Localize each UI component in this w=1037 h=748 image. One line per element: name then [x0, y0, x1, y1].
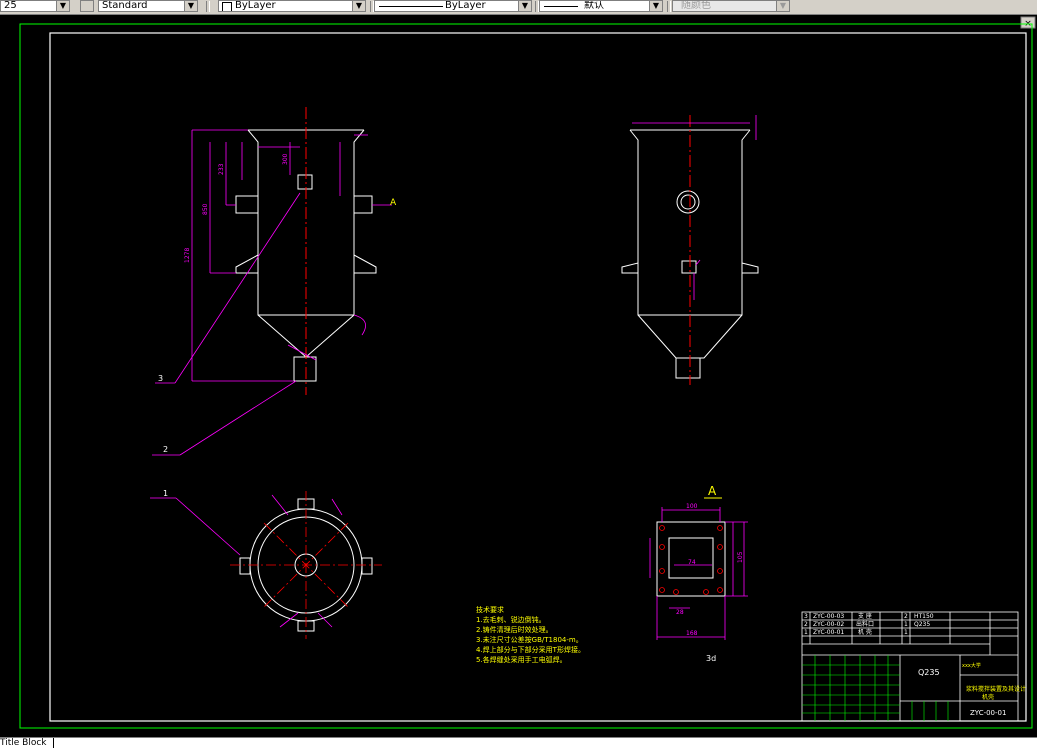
callout-1: 1 — [163, 489, 168, 498]
color-swatch-icon — [222, 2, 232, 11]
front-dimensions — [152, 129, 392, 456]
part-3-material: HT150 — [914, 613, 934, 620]
callout-3: 3 — [158, 374, 163, 383]
material-main: Q235 — [918, 668, 940, 677]
dim-flange-small: 28 — [676, 609, 684, 616]
tech-item-3: 3.未注尺寸公差按GB/T1804-m。 — [476, 635, 583, 644]
part-3-code: ZYC-00-03 — [813, 613, 844, 620]
properties-toolbar: 25 ▼ Standard ▼ ByLayer ▼ ByLayer ▼ 默认 ▼… — [0, 0, 1037, 15]
chevron-down-icon[interactable]: ▼ — [649, 1, 662, 11]
dim-flange-side: 105 — [737, 551, 744, 563]
plotstyle-value: 随颜色 — [681, 0, 711, 11]
textstyle-value: Standard — [102, 0, 148, 11]
view-label-a: A — [708, 484, 717, 498]
linetype-combo[interactable]: ByLayer ▼ — [374, 0, 532, 12]
dim-side-1: 233 — [218, 163, 225, 175]
drawing-canvas[interactable]: × 1278 850 233 300 3 2 1 A A 100 168 74 … — [0, 15, 1037, 735]
chevron-down-icon[interactable]: ▼ — [56, 1, 69, 11]
flange-dimension-texts: 100 168 74 28 105 — [676, 503, 744, 637]
layer-value: ByLayer — [235, 0, 276, 11]
part-1-no: 1 — [804, 629, 808, 636]
textstyle-icon[interactable] — [80, 0, 94, 12]
lineweight-value: 默认 — [584, 0, 604, 11]
tech-title: 技术要求 — [476, 605, 504, 614]
part-1-qty: 1 — [904, 629, 908, 636]
scale-value: 25 — [4, 0, 17, 11]
layer-color-combo[interactable]: ByLayer ▼ — [218, 0, 366, 12]
tech-item-2: 2.铸件清理后时效处理。 — [476, 625, 553, 634]
toolbar-separator — [206, 1, 210, 12]
tech-item-1: 1.去毛刺、锐边倒钝。 — [476, 615, 546, 624]
dim-side-2: 850 — [202, 203, 209, 215]
callout-2: 2 — [163, 445, 168, 454]
part-1-code: ZYC-00-01 — [813, 629, 844, 636]
plotstyle-combo[interactable]: 随颜色 ▼ — [672, 0, 790, 12]
top-view-centerlines — [230, 491, 382, 639]
part-2-no: 2 — [804, 621, 808, 628]
chevron-down-icon[interactable]: ▼ — [184, 1, 197, 11]
part-3-no: 3 — [804, 613, 808, 620]
scale-note: 3d — [706, 654, 716, 663]
title-block-parts-text: 3 ZYC-00-03 支 座 2 HT150 2 ZYC-00-02 出料口 … — [804, 612, 934, 636]
line-sample-icon — [544, 6, 578, 7]
chevron-down-icon[interactable]: ▼ — [352, 1, 365, 11]
part-2-qty: 1 — [904, 621, 908, 628]
chevron-down-icon[interactable]: ▼ — [518, 1, 531, 11]
lineweight-combo[interactable]: 默认 ▼ — [539, 0, 663, 12]
dim-flange-bottom: 168 — [686, 630, 698, 637]
dim-flange-inner: 74 — [688, 559, 696, 566]
chevron-down-icon[interactable]: ▼ — [776, 1, 789, 11]
tech-item-4: 4.焊上部分与下部分采用T形焊接。 — [476, 645, 585, 654]
school-name: xxx大学 — [962, 662, 981, 669]
toolbar-separator — [667, 1, 671, 12]
part-3-qty: 2 — [904, 613, 908, 620]
title-block-grid — [802, 655, 949, 721]
dim-flange-width: 100 — [686, 503, 698, 510]
textstyle-combo[interactable]: Standard ▼ — [98, 0, 198, 12]
cad-drawing: × 1278 850 233 300 3 2 1 A A 100 168 74 … — [19, 16, 1036, 729]
dim-top: 300 — [282, 153, 289, 165]
part-2-name: 出料口 — [856, 620, 874, 628]
layout-tab-bar: Title Block — [0, 737, 1037, 748]
linetype-value: ByLayer — [445, 0, 486, 11]
part-2-material: Q235 — [914, 621, 930, 628]
line-sample-icon — [379, 6, 443, 7]
top-view-leaders — [150, 494, 343, 628]
project-name: 浆料搅拌装置及其设计 — [966, 685, 1026, 693]
callout-labels: 3 2 1 — [158, 374, 168, 498]
part-name: 机壳 — [982, 693, 994, 701]
part-3-name: 支 座 — [858, 612, 872, 620]
side-dimensions — [632, 115, 757, 300]
dim-main-height: 1278 — [184, 248, 191, 263]
tech-requirements: 技术要求 1.去毛刺、锐边倒钝。 2.铸件清理后时效处理。 3.未注尺寸公差按G… — [476, 605, 585, 664]
part-1-name: 机 壳 — [858, 628, 872, 636]
part-2-code: ZYC-00-02 — [813, 621, 844, 628]
drawing-number: ZYC-00-01 — [970, 709, 1006, 717]
tech-item-5: 5.各焊缝处采用手工电弧焊。 — [476, 655, 567, 664]
scale-combo[interactable]: 25 ▼ — [0, 0, 70, 12]
section-mark-a: A — [390, 198, 397, 208]
